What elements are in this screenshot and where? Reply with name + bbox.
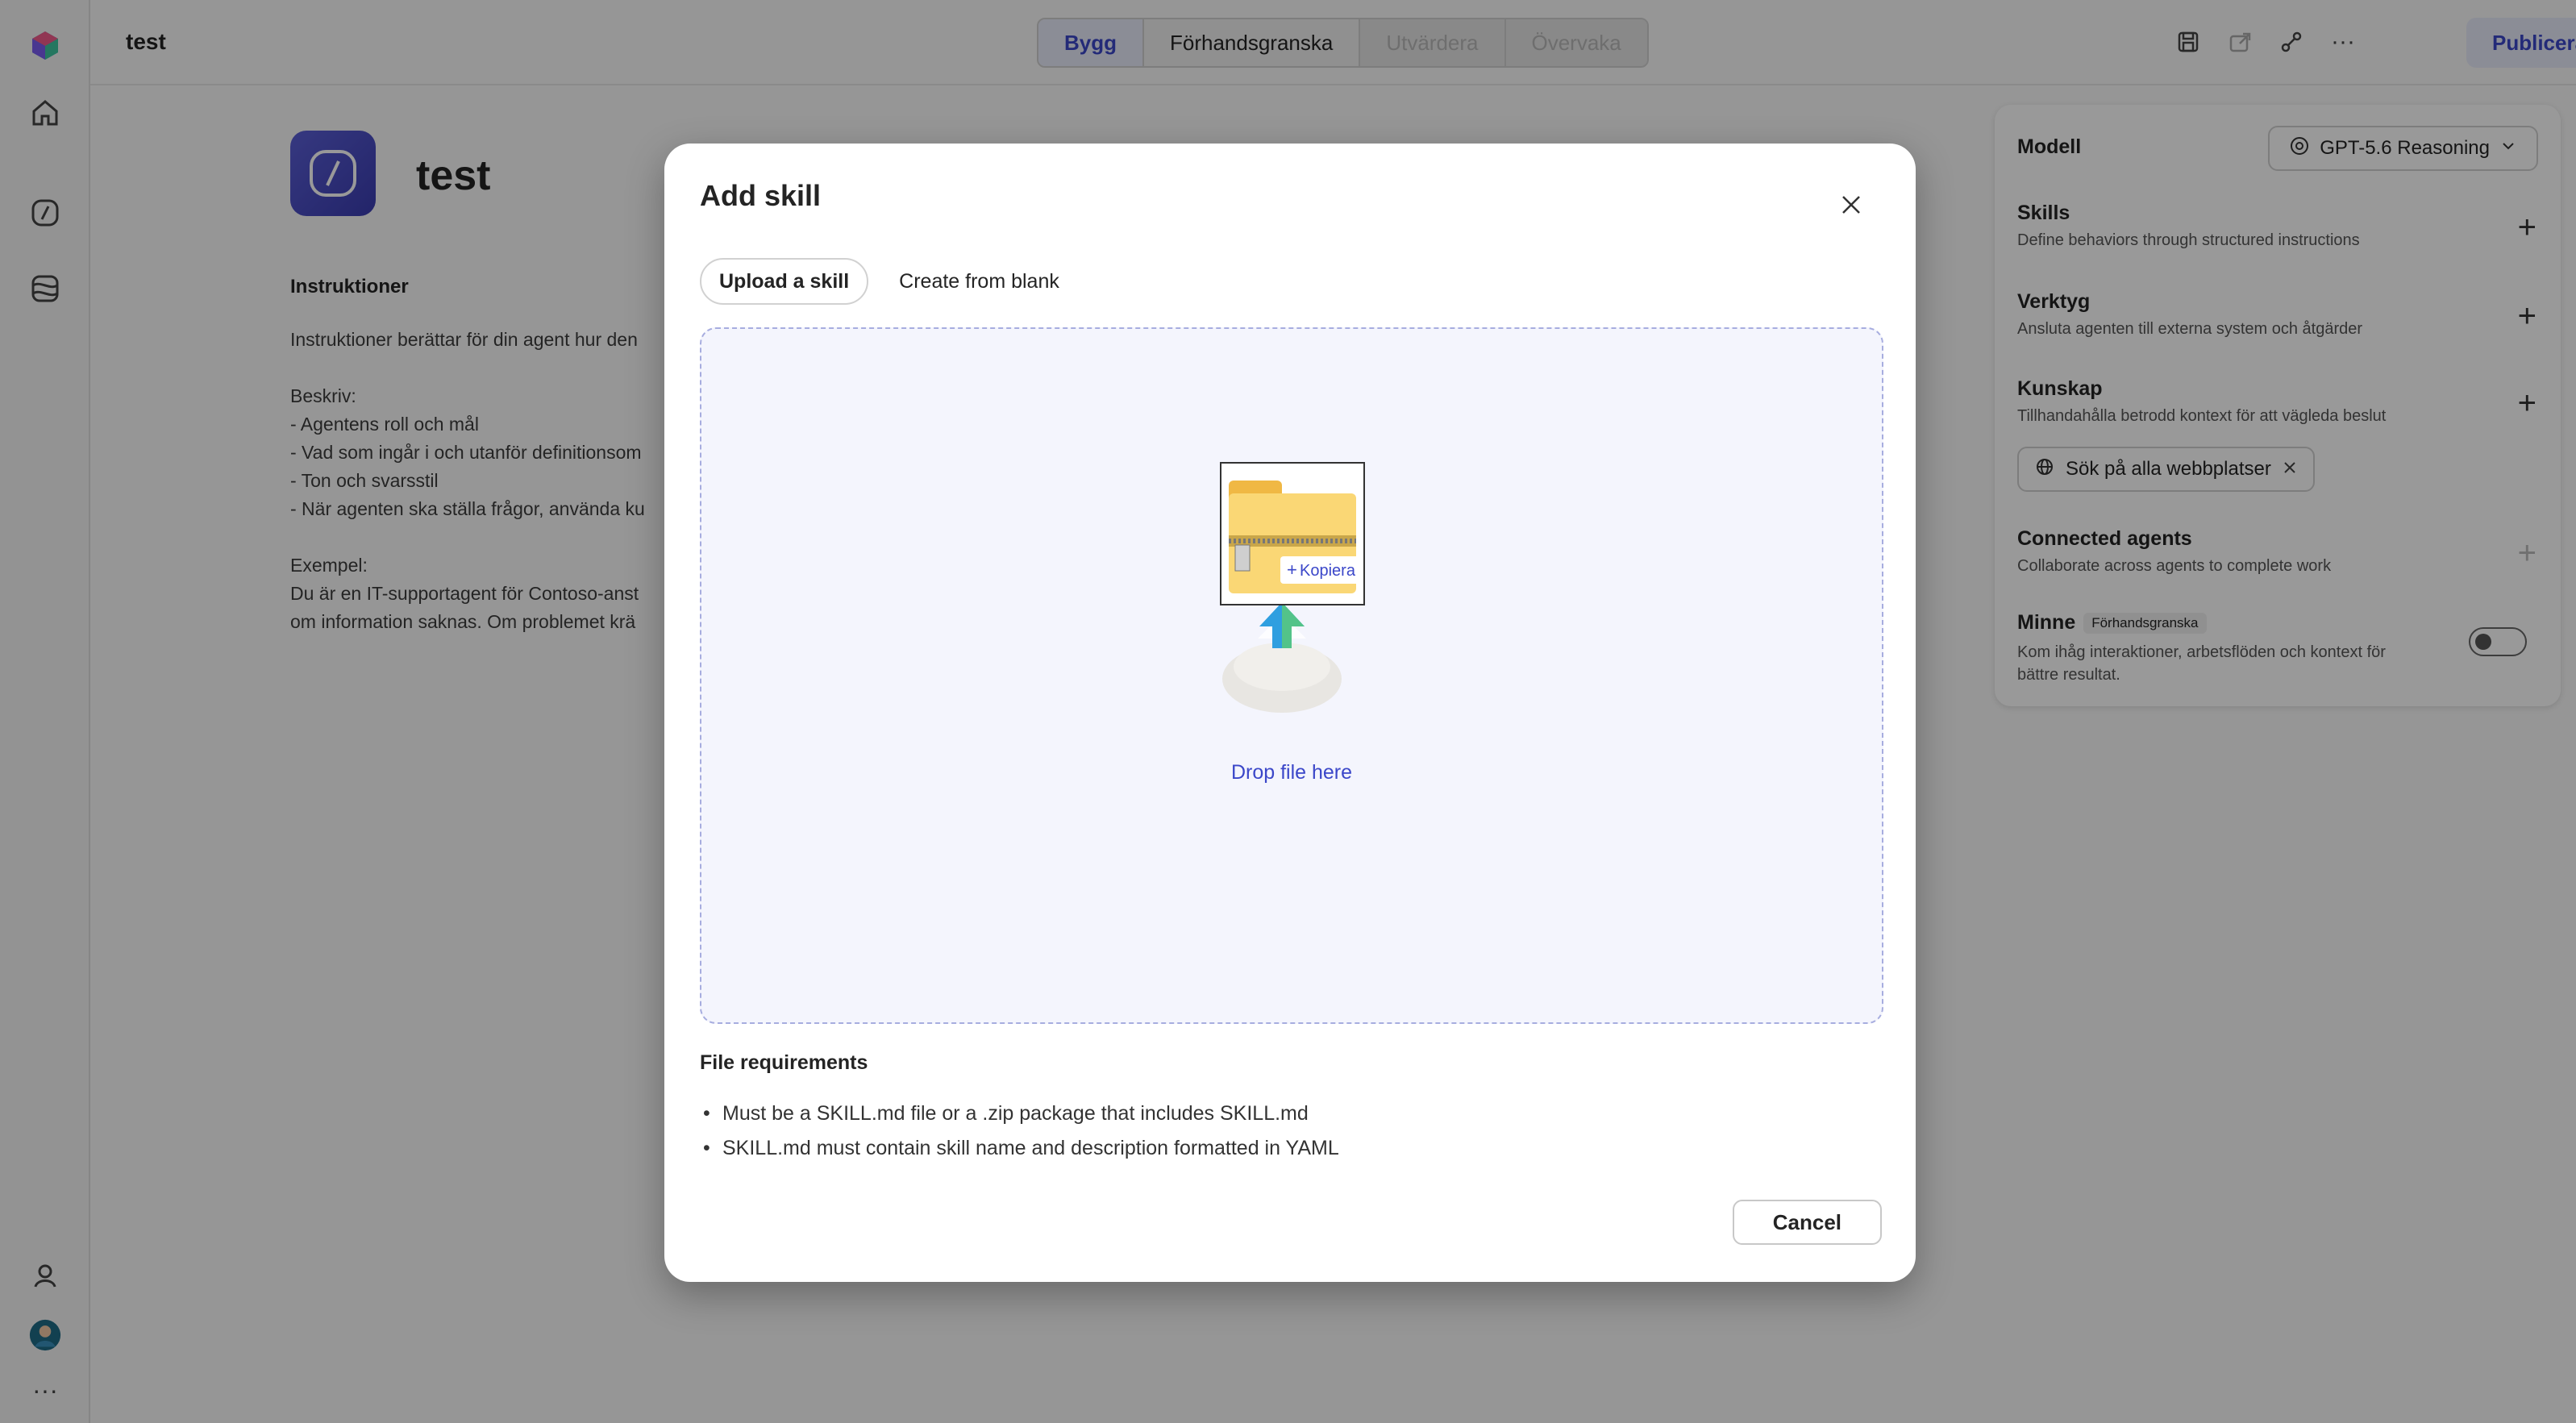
svg-text:+: + — [1287, 560, 1297, 580]
dialog-title: Add skill — [700, 179, 822, 212]
requirements-list: Must be a SKILL.md file or a .zip packag… — [700, 1096, 1339, 1166]
list-item: SKILL.md must contain skill name and des… — [700, 1131, 1339, 1166]
drop-file-text: Drop file here — [1230, 761, 1353, 784]
requirements-heading: File requirements — [700, 1051, 868, 1074]
add-skill-dialog: Add skill Upload a skill Create from bla… — [664, 144, 1916, 1282]
close-icon[interactable] — [1832, 185, 1871, 224]
copy-label: Kopiera — [1300, 562, 1356, 580]
upload-illustration: + Kopiera — [1217, 461, 1371, 735]
list-item: Must be a SKILL.md file or a .zip packag… — [700, 1096, 1339, 1131]
tab-upload-skill[interactable]: Upload a skill — [700, 258, 869, 305]
file-dropzone[interactable]: + Kopiera Drop file here — [700, 327, 1883, 1024]
cancel-button[interactable]: Cancel — [1732, 1200, 1882, 1245]
tab-create-from-blank[interactable]: Create from blank — [881, 258, 1077, 305]
